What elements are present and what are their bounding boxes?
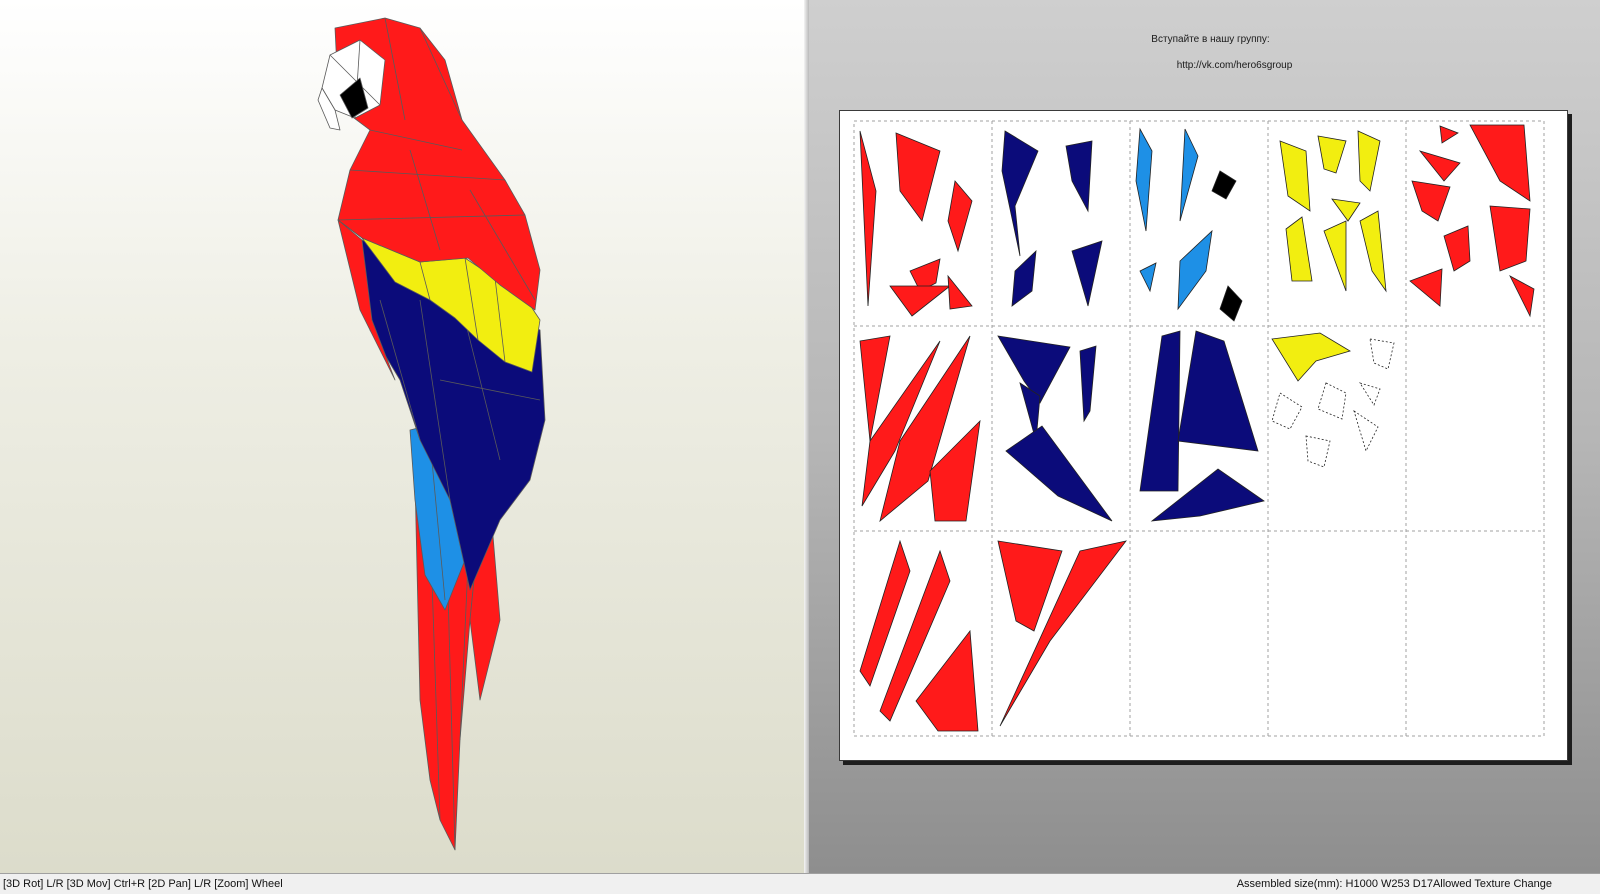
parrot-3d-model[interactable] <box>0 0 804 873</box>
status-bar: [3D Rot] L/R [3D Mov] Ctrl+R [2D Pan] L/… <box>0 873 1600 894</box>
papercraft-pattern-sheet[interactable] <box>839 110 1568 761</box>
2d-view-pane[interactable]: Вступайте в нашу группу: http://vk.com/h… <box>809 0 1600 873</box>
promo-text: Вступайте в нашу группу: <box>1151 34 1270 45</box>
3d-view-pane[interactable] <box>0 0 805 873</box>
assembled-size-info: Assembled size(mm): H1000 W253 D17Allowe… <box>1236 878 1552 890</box>
controls-hint: [3D Rot] L/R [3D Mov] Ctrl+R [2D Pan] L/… <box>3 878 283 890</box>
promo-link[interactable]: http://vk.com/hero6sgroup <box>839 60 1600 71</box>
